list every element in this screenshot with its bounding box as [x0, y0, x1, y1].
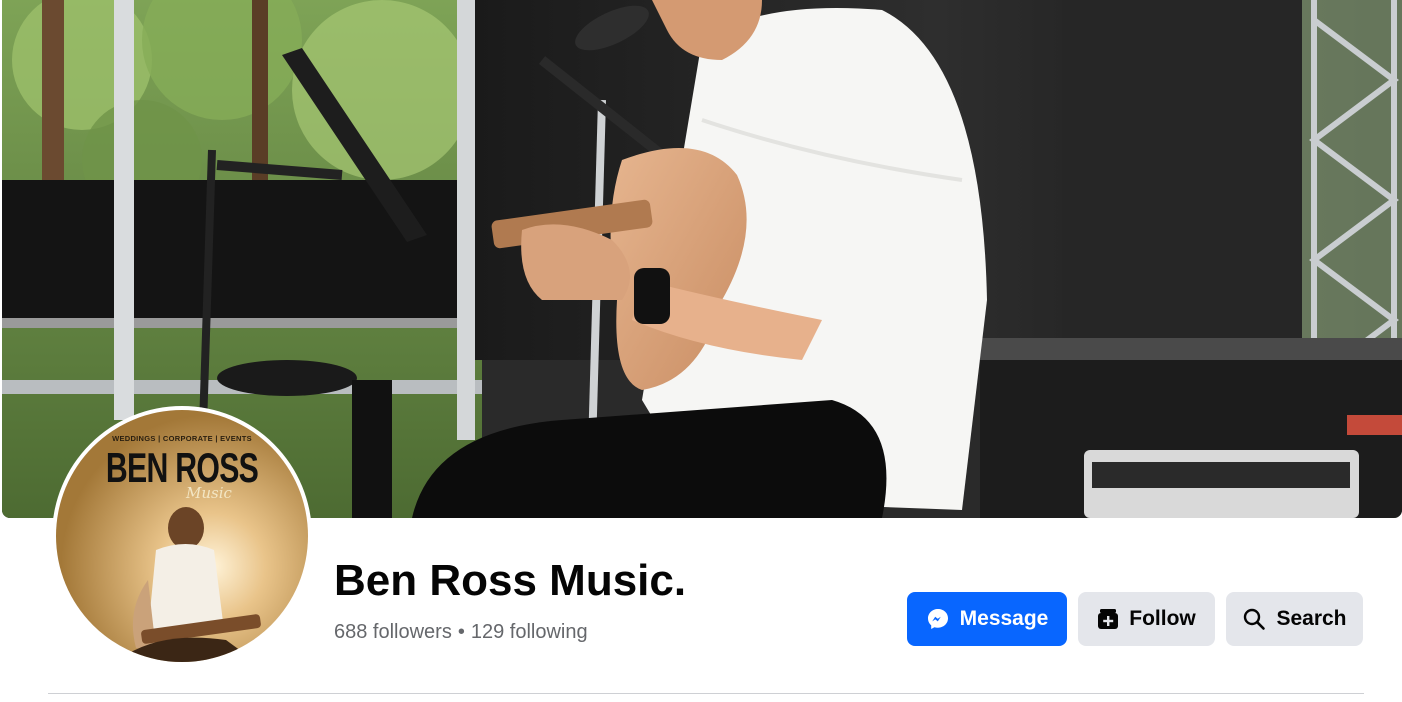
search-icon — [1242, 607, 1266, 631]
search-button-label: Search — [1276, 607, 1347, 630]
logo-tagline: WEDDINGS | CORPORATE | EVENTS — [112, 434, 252, 443]
logo-script: Music — [186, 484, 232, 502]
profile-picture-image: WEDDINGS | CORPORATE | EVENTS BEN ROSS M… — [56, 410, 308, 662]
follow-stats: 688 followers • 129 following — [334, 620, 588, 644]
page-title: Ben Ross Music. — [334, 556, 687, 605]
follow-button-label: Follow — [1129, 607, 1196, 630]
followers-link[interactable]: 688 followers — [334, 621, 452, 643]
message-button[interactable]: Message — [907, 592, 1067, 646]
search-button[interactable]: Search — [1226, 592, 1363, 646]
logo-name: BEN ROSS — [105, 444, 259, 491]
messenger-icon — [926, 607, 950, 631]
follow-icon — [1097, 607, 1119, 631]
stats-separator: • — [457, 621, 465, 643]
message-button-label: Message — [959, 607, 1049, 630]
profile-picture[interactable]: WEDDINGS | CORPORATE | EVENTS BEN ROSS M… — [52, 406, 312, 666]
header-divider — [48, 693, 1364, 694]
follow-button[interactable]: Follow — [1078, 592, 1215, 646]
following-link[interactable]: 129 following — [471, 621, 588, 643]
